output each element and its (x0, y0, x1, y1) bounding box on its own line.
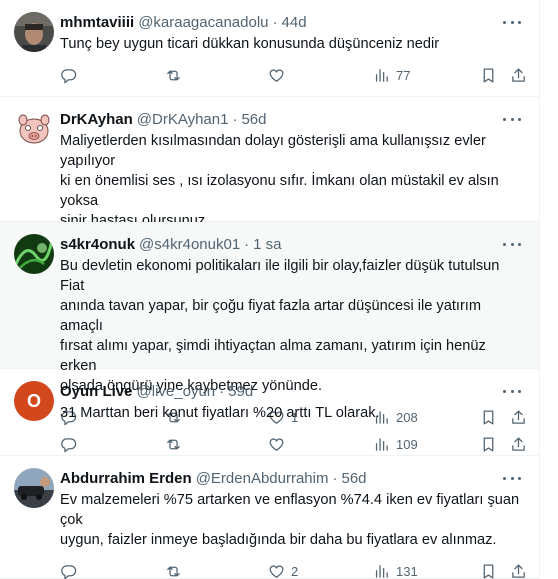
bookmark-button[interactable] (480, 560, 497, 579)
action-bar: 77 (60, 64, 525, 86)
bookmark-icon (483, 67, 494, 83)
share-icon (512, 67, 525, 82)
avatar[interactable] (14, 12, 54, 52)
more-icon[interactable] (503, 15, 521, 29)
view-count: 77 (396, 67, 411, 83)
user-handle[interactable]: @live_oyun (137, 383, 216, 400)
timestamp[interactable]: 59d (228, 383, 253, 400)
share-button[interactable] (510, 433, 527, 455)
reply-button[interactable] (60, 560, 83, 579)
share-button[interactable] (510, 560, 527, 579)
retweet-button[interactable] (165, 64, 188, 86)
avatar[interactable]: O (14, 381, 54, 421)
reply-tweet[interactable]: DrKAyhan @DrKAyhan1 · 56d Maliyetlerden … (0, 97, 539, 260)
views-button[interactable]: 109 (373, 433, 418, 455)
share-icon (512, 563, 525, 578)
like-button[interactable] (268, 433, 291, 455)
view-count: 109 (396, 436, 418, 452)
tweet-text: Ev malzemeleri %75 artarken ve enflasyon… (60, 492, 520, 548)
like-button[interactable] (268, 64, 291, 86)
user-handle[interactable]: @s4kr4onuk01 (139, 236, 240, 253)
avatar[interactable] (14, 109, 54, 149)
user-handle[interactable]: @karaagacanadolu (138, 14, 268, 31)
views-icon (375, 564, 388, 578)
reply-icon (61, 68, 77, 83)
like-icon (269, 437, 284, 451)
retweet-icon (167, 566, 180, 576)
like-button[interactable]: 2 (268, 560, 298, 579)
timestamp[interactable]: 1 sa (253, 236, 281, 253)
separator-dot: · (332, 469, 338, 487)
avatar[interactable] (14, 468, 54, 508)
share-button[interactable] (510, 64, 527, 86)
separator-dot: · (272, 13, 278, 31)
like-count: 2 (291, 563, 299, 579)
separator-dot: · (232, 110, 238, 128)
separator-dot: · (244, 235, 250, 253)
tweet-text: Maliyetlerden kısılmasından dolayı göste… (60, 133, 499, 229)
views-icon (375, 68, 388, 82)
reply-button[interactable] (60, 433, 83, 455)
display-name[interactable]: Abdurrahim Erden (60, 470, 192, 487)
avatar-letter: O (26, 390, 41, 411)
tweet-text: Tunç bey uygun ticari dükkan konusunda d… (60, 36, 440, 52)
reply-tweet[interactable]: Abdurrahim Erden @ErdenAbdurrahim · 56d … (0, 456, 539, 579)
retweet-button[interactable] (165, 560, 188, 579)
user-handle[interactable]: @ErdenAbdurrahim (196, 470, 329, 487)
reply-tweet[interactable]: O Oyun Live @live_oyun · 59d 31 Marttan … (0, 369, 539, 456)
share-icon (512, 436, 525, 451)
views-button[interactable]: 131 (373, 560, 418, 579)
views-button[interactable]: 77 (373, 64, 410, 86)
reply-feed: mhmtaviiii @karaagacanadolu · 44d Tunç b… (0, 0, 540, 579)
user-handle[interactable]: @DrKAyhan1 (137, 111, 229, 128)
retweet-icon (167, 70, 180, 80)
reply-button[interactable] (60, 64, 83, 86)
views-icon (375, 437, 388, 451)
bookmark-icon (483, 436, 494, 452)
reply-tweet[interactable]: s4kr4onuk @s4kr4onuk01 · 1 sa Bu devleti… (0, 222, 539, 425)
retweet-icon (167, 439, 180, 449)
reply-tweet[interactable]: mhmtaviiii @karaagacanadolu · 44d Tunç b… (0, 0, 539, 97)
more-icon[interactable] (503, 112, 521, 126)
avatar[interactable] (14, 234, 54, 274)
like-icon (269, 68, 284, 82)
tweet-text: 31 Marttan beri konut fiyatları %20 artt… (60, 405, 380, 421)
display-name[interactable]: DrKAyhan (60, 111, 133, 128)
display-name[interactable]: mhmtaviiii (60, 14, 134, 31)
display-name[interactable]: Oyun Live (60, 383, 133, 400)
more-icon[interactable] (503, 471, 521, 485)
reply-icon (61, 564, 77, 579)
separator-dot: · (219, 382, 225, 400)
timestamp[interactable]: 44d (282, 14, 307, 31)
timestamp[interactable]: 56d (241, 111, 266, 128)
action-bar: 109 (60, 433, 525, 455)
reply-icon (61, 437, 77, 452)
like-icon (269, 564, 284, 578)
more-icon[interactable] (503, 237, 521, 251)
more-icon[interactable] (503, 384, 521, 398)
view-count: 131 (396, 563, 418, 579)
bookmark-icon (483, 563, 494, 579)
bookmark-button[interactable] (480, 433, 497, 455)
timestamp[interactable]: 56d (341, 470, 366, 487)
action-bar: 2 131 (60, 560, 525, 579)
bookmark-button[interactable] (480, 64, 497, 86)
retweet-button[interactable] (165, 433, 188, 455)
display-name[interactable]: s4kr4onuk (60, 236, 135, 253)
